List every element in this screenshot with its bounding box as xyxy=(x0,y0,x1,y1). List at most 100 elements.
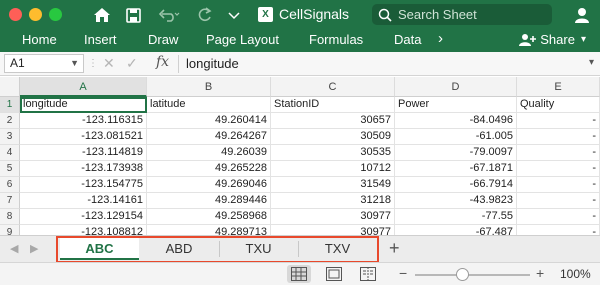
cell[interactable]: Quality xyxy=(517,97,600,113)
zoom-out-button[interactable]: − xyxy=(399,265,407,281)
account-icon[interactable] xyxy=(572,5,592,25)
zoom-slider-track[interactable] xyxy=(415,274,530,276)
cell[interactable]: - xyxy=(517,177,600,193)
search-sheet-field[interactable]: Search Sheet xyxy=(372,4,552,25)
cell[interactable]: - xyxy=(517,113,600,129)
zoom-in-button[interactable]: + xyxy=(536,265,544,281)
cell[interactable]: 49.265228 xyxy=(147,161,271,177)
cell[interactable]: -84.0496 xyxy=(395,113,517,129)
column-header-e[interactable]: E xyxy=(517,77,600,97)
cell[interactable]: -66.7914 xyxy=(395,177,517,193)
cell[interactable]: -123.114819 xyxy=(20,145,147,161)
formula-input[interactable]: longitude xyxy=(186,56,239,71)
home-icon[interactable] xyxy=(92,5,112,25)
cell[interactable]: 10712 xyxy=(271,161,395,177)
search-placeholder: Search Sheet xyxy=(398,7,477,22)
cell[interactable]: 30535 xyxy=(271,145,395,161)
name-box-dropdown-icon[interactable]: ▼ xyxy=(70,55,79,72)
insert-function-icon[interactable]: fx xyxy=(156,54,169,70)
cell[interactable]: -67.1871 xyxy=(395,161,517,177)
cell[interactable]: -123.14161 xyxy=(20,193,147,209)
column-header-c[interactable]: C xyxy=(271,77,395,97)
row-header[interactable]: 8 xyxy=(0,209,20,225)
cell[interactable]: -61.005 xyxy=(395,129,517,145)
cell[interactable]: 49.264267 xyxy=(147,129,271,145)
cell[interactable]: - xyxy=(517,129,600,145)
page-layout-view-button[interactable] xyxy=(322,265,346,283)
cell[interactable]: - xyxy=(517,225,600,235)
normal-view-button[interactable] xyxy=(287,265,311,283)
row-header[interactable]: 1 xyxy=(0,97,20,113)
cell[interactable]: 49.269046 xyxy=(147,177,271,193)
add-sheet-button[interactable]: + xyxy=(389,238,400,259)
column-header-b[interactable]: B xyxy=(147,77,271,97)
cell[interactable]: -77.55 xyxy=(395,209,517,225)
next-sheet-icon[interactable]: ▶ xyxy=(30,242,38,255)
share-button[interactable]: Share ▾ xyxy=(518,32,586,47)
confirm-icon[interactable]: ✓ xyxy=(126,55,138,72)
row-header[interactable]: 7 xyxy=(0,193,20,209)
row-header[interactable]: 6 xyxy=(0,177,20,193)
cell[interactable]: -43.9823 xyxy=(395,193,517,209)
cell[interactable]: - xyxy=(517,193,600,209)
cell[interactable]: 49.260414 xyxy=(147,113,271,129)
cell[interactable]: 49.26039 xyxy=(147,145,271,161)
name-box[interactable]: A1 ▼ xyxy=(4,54,84,73)
expand-formula-bar-icon[interactable]: ▾ xyxy=(589,57,594,68)
page-break-view-button[interactable] xyxy=(356,265,380,283)
cell[interactable]: 31549 xyxy=(271,177,395,193)
cell[interactable]: -123.081521 xyxy=(20,129,147,145)
cell[interactable]: latitude xyxy=(147,97,271,113)
cell[interactable]: 49.289713 xyxy=(147,225,271,235)
cell[interactable]: 49.258968 xyxy=(147,209,271,225)
tab-formulas[interactable]: Formulas xyxy=(309,32,363,47)
row-header[interactable]: 3 xyxy=(0,129,20,145)
cell[interactable]: - xyxy=(517,161,600,177)
previous-sheet-icon[interactable]: ◀ xyxy=(10,242,18,255)
minimize-window-button[interactable] xyxy=(29,8,42,21)
zoom-slider-thumb[interactable] xyxy=(456,268,469,281)
row-header[interactable]: 4 xyxy=(0,145,20,161)
page-layout-icon xyxy=(326,267,342,281)
cell[interactable]: -123.154775 xyxy=(20,177,147,193)
tab-data[interactable]: Data xyxy=(394,32,421,47)
cell[interactable]: StationID xyxy=(271,97,395,113)
cell[interactable]: 30977 xyxy=(271,225,395,235)
select-all-corner[interactable] xyxy=(0,77,20,97)
cell[interactable]: 49.289446 xyxy=(147,193,271,209)
tab-home[interactable]: Home xyxy=(22,32,57,47)
row-header[interactable]: 9 xyxy=(0,225,20,235)
row-header[interactable]: 5 xyxy=(0,161,20,177)
cell-a1[interactable]: longitude xyxy=(20,97,147,113)
tab-insert[interactable]: Insert xyxy=(84,32,117,47)
cell[interactable]: Power xyxy=(395,97,517,113)
cell[interactable]: -123.129154 xyxy=(20,209,147,225)
tab-draw[interactable]: Draw xyxy=(148,32,178,47)
cell[interactable]: -123.108812 xyxy=(20,225,147,235)
column-header-d[interactable]: D xyxy=(395,77,517,97)
undo-icon[interactable] xyxy=(156,5,182,25)
cell[interactable]: 30977 xyxy=(271,209,395,225)
cell[interactable]: -67.487 xyxy=(395,225,517,235)
cell[interactable]: -79.0097 xyxy=(395,145,517,161)
cell[interactable]: 30509 xyxy=(271,129,395,145)
share-chevron-down-icon: ▾ xyxy=(580,34,586,45)
tab-page-layout[interactable]: Page Layout xyxy=(206,32,279,47)
cancel-icon[interactable]: ✕ xyxy=(103,55,115,72)
maximize-window-button[interactable] xyxy=(49,8,62,21)
cell[interactable]: -123.116315 xyxy=(20,113,147,129)
column-header-a[interactable]: A xyxy=(20,77,147,97)
zoom-level[interactable]: 100% xyxy=(560,267,591,281)
row-header[interactable]: 2 xyxy=(0,113,20,129)
redo-icon[interactable] xyxy=(196,5,214,25)
cell[interactable]: 30657 xyxy=(271,113,395,129)
save-icon[interactable] xyxy=(124,5,142,25)
cell[interactable]: - xyxy=(517,145,600,161)
cell[interactable]: 31218 xyxy=(271,193,395,209)
more-tabs-icon[interactable]: › xyxy=(438,30,443,47)
cell[interactable]: -123.173938 xyxy=(20,161,147,177)
cell[interactable]: - xyxy=(517,209,600,225)
close-window-button[interactable] xyxy=(9,8,22,21)
spreadsheet-grid[interactable]: A B C D E 1 longitude latitude StationID… xyxy=(0,77,600,235)
more-options-icon[interactable] xyxy=(226,5,242,25)
